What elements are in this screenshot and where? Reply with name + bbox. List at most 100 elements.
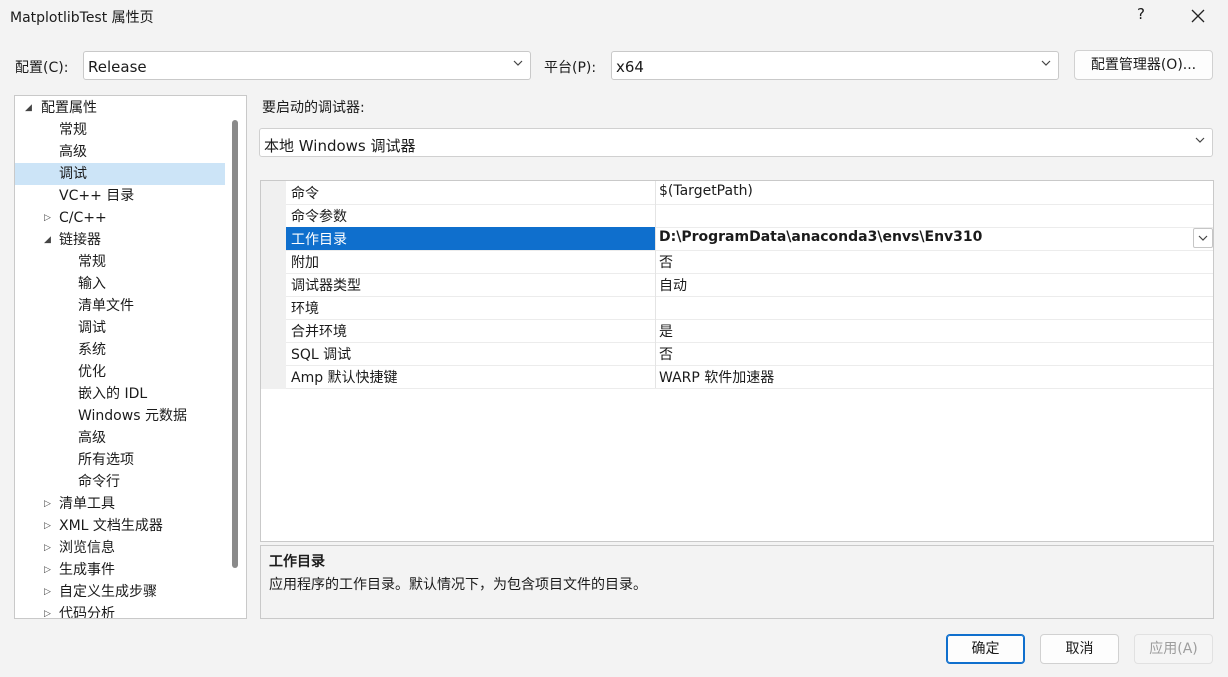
chevron-down-icon xyxy=(513,60,523,66)
column-divider xyxy=(655,296,656,319)
chevron-down-icon xyxy=(1195,137,1205,143)
tree-item[interactable]: 所有选项 xyxy=(15,449,225,471)
property-value[interactable]: $(TargetPath) xyxy=(659,183,753,199)
collapsed-arrow-icon[interactable]: ▷ xyxy=(44,537,54,559)
tree-item[interactable]: 命令行 xyxy=(15,471,225,493)
tree-item-label: 配置属性 xyxy=(41,100,97,116)
property-row[interactable]: 附加 否 xyxy=(286,250,1213,274)
property-name: 环境 xyxy=(291,301,319,317)
tree-item[interactable]: 调试 xyxy=(15,163,225,185)
column-divider xyxy=(655,365,656,388)
tree-item-label: 调试 xyxy=(78,320,106,336)
property-name: 调试器类型 xyxy=(291,278,361,294)
property-row[interactable]: 工作目录 D:\ProgramData\anaconda3\envs\Env310 xyxy=(286,227,1213,251)
tree-item-label: 输入 xyxy=(78,276,106,292)
property-grid: 命令 $(TargetPath) 命令参数工作目录 D:\ProgramData\an… xyxy=(260,180,1214,542)
cancel-button[interactable]: 取消 xyxy=(1040,634,1119,664)
collapsed-arrow-icon[interactable]: ▷ xyxy=(44,581,54,603)
tree-item[interactable]: ▷ XML 文档生成器 xyxy=(15,515,225,537)
tree-item[interactable]: ▷ 自定义生成步骤 xyxy=(15,581,225,603)
description-text: 应用程序的工作目录。默认情况下，为包含项目文件的目录。 xyxy=(269,577,647,593)
tree-item-label: 嵌入的 IDL xyxy=(78,386,148,402)
tree-item-label: 生成事件 xyxy=(59,562,115,578)
ok-button[interactable]: 确定 xyxy=(946,634,1025,664)
tree-item[interactable]: ▷ 生成事件 xyxy=(15,559,225,581)
tree-scrollbar[interactable] xyxy=(232,120,238,568)
collapsed-arrow-icon[interactable]: ▷ xyxy=(44,493,54,515)
property-row[interactable]: 合并环境 是 xyxy=(286,319,1213,343)
property-row[interactable]: 环境 xyxy=(286,296,1213,320)
tree-item[interactable]: 优化 xyxy=(15,361,225,383)
tree-item-label: 浏览信息 xyxy=(59,540,115,556)
expanded-arrow-icon[interactable]: ◢ xyxy=(25,97,35,119)
tree-item[interactable]: ▷ 代码分析 xyxy=(15,603,225,618)
property-tree[interactable]: ◢ 配置属性 常规 高级 调试 VC++ 目录 ▷ C/C++ ◢ 链接器 常规 输入 清单文件 调试 系统… xyxy=(14,95,247,619)
tree-item-label: 调试 xyxy=(59,166,87,182)
tree-item[interactable]: ◢ 配置属性 xyxy=(15,97,225,119)
tree-item-label: 清单文件 xyxy=(78,298,134,314)
value-dropdown-button[interactable] xyxy=(1193,228,1213,248)
collapsed-arrow-icon[interactable]: ▷ xyxy=(44,207,54,229)
column-divider xyxy=(655,273,656,296)
property-name: 工作目录 xyxy=(291,232,347,248)
debugger-combo[interactable]: 本地 Windows 调试器 xyxy=(259,128,1213,157)
tree-item-label: 常规 xyxy=(78,254,106,270)
tree-item[interactable]: ◢ 链接器 xyxy=(15,229,225,251)
column-divider xyxy=(655,342,656,365)
chevron-down-icon xyxy=(1198,235,1208,241)
debugger-value: 本地 Windows 调试器 xyxy=(264,137,416,155)
tree-item[interactable]: 高级 xyxy=(15,141,225,163)
tree-item[interactable]: 清单文件 xyxy=(15,295,225,317)
expanded-arrow-icon[interactable]: ◢ xyxy=(44,229,54,251)
tree-item[interactable]: VC++ 目录 xyxy=(15,185,225,207)
apply-button[interactable]: 应用(A) xyxy=(1134,634,1213,664)
tree-item-label: 高级 xyxy=(78,430,106,446)
title-bar: MatplotlibTest 属性页 ? xyxy=(0,0,1228,34)
tree-item[interactable]: ▷ 浏览信息 xyxy=(15,537,225,559)
tree-item[interactable]: 常规 xyxy=(15,251,225,273)
platform-label: 平台(P): xyxy=(544,60,597,76)
help-button[interactable]: ? xyxy=(1130,5,1152,29)
property-name: 命令 xyxy=(291,186,319,202)
property-value[interactable]: 自动 xyxy=(659,275,687,295)
property-value[interactable]: 是 xyxy=(659,321,673,341)
tree-item[interactable]: 调试 xyxy=(15,317,225,339)
tree-item-label: 系统 xyxy=(78,342,106,358)
tree-item-label: 自定义生成步骤 xyxy=(59,584,157,600)
platform-value: x64 xyxy=(616,58,644,76)
tree-item[interactable]: ▷ C/C++ xyxy=(15,207,225,229)
property-name: Amp 默认快捷键 xyxy=(291,370,398,386)
column-divider xyxy=(655,181,656,204)
tree-item-label: 清单工具 xyxy=(59,496,115,512)
tree-item[interactable]: 嵌入的 IDL xyxy=(15,383,225,405)
property-row[interactable]: Amp 默认快捷键 WARP 软件加速器 xyxy=(286,365,1213,389)
property-value[interactable]: WARP 软件加速器 xyxy=(659,367,774,387)
collapsed-arrow-icon[interactable]: ▷ xyxy=(44,515,54,537)
tree-item-label: XML 文档生成器 xyxy=(59,518,163,534)
tree-item-label: 高级 xyxy=(59,144,87,160)
property-name: 附加 xyxy=(291,255,319,271)
tree-item[interactable]: ▷ 清单工具 xyxy=(15,493,225,515)
tree-item[interactable]: 高级 xyxy=(15,427,225,449)
tree-item[interactable]: 输入 xyxy=(15,273,225,295)
close-button[interactable] xyxy=(1186,4,1210,28)
config-combo[interactable]: Release xyxy=(83,51,531,80)
tree-item[interactable]: 系统 xyxy=(15,339,225,361)
tree-item[interactable]: 常规 xyxy=(15,119,225,141)
property-value[interactable]: D:\ProgramData\anaconda3\envs\Env310 xyxy=(659,229,982,245)
collapsed-arrow-icon[interactable]: ▷ xyxy=(44,603,54,618)
close-icon xyxy=(1191,9,1205,23)
tree-item-label: Windows 元数据 xyxy=(78,408,187,424)
property-value[interactable]: 否 xyxy=(659,344,673,364)
platform-combo[interactable]: x64 xyxy=(611,51,1059,80)
property-row[interactable]: 命令 $(TargetPath) xyxy=(286,181,1213,205)
property-row[interactable]: 调试器类型 自动 xyxy=(286,273,1213,297)
collapsed-arrow-icon[interactable]: ▷ xyxy=(44,559,54,581)
description-panel: 工作目录 应用程序的工作目录。默认情况下，为包含项目文件的目录。 xyxy=(260,545,1214,619)
tree-item-label: VC++ 目录 xyxy=(59,188,135,204)
config-manager-button[interactable]: 配置管理器(O)... xyxy=(1074,50,1213,80)
tree-item[interactable]: Windows 元数据 xyxy=(15,405,225,427)
property-value[interactable]: 否 xyxy=(659,252,673,272)
property-row[interactable]: SQL 调试 否 xyxy=(286,342,1213,366)
property-row[interactable]: 命令参数 xyxy=(286,204,1213,228)
